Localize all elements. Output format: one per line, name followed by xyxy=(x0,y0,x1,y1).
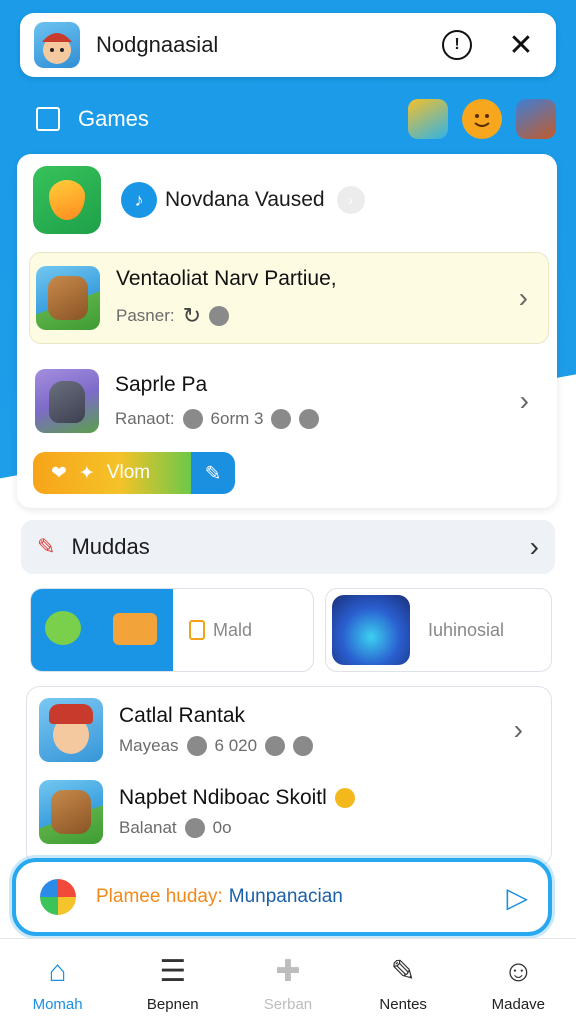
featured-title: Novdana Vaused xyxy=(165,188,325,211)
game-meta-extra: 6 020 xyxy=(214,736,258,755)
nav-label: Serban xyxy=(263,996,313,1013)
bottom-nav: ⌂ Momah ☰ Bepnen ✚ Serban ✎ Nentes ☺ Mad… xyxy=(0,938,576,1024)
badge-icon xyxy=(209,306,230,326)
games-label: Games xyxy=(78,106,149,131)
wooden-character-icon xyxy=(39,780,103,844)
section-header[interactable]: ✎ Muddas › xyxy=(21,520,555,574)
user-icon: ☺ xyxy=(503,955,534,988)
edit-icon: ✎ xyxy=(390,955,416,988)
arrow-icon[interactable]: › xyxy=(336,186,365,214)
badge-icon xyxy=(293,736,314,756)
game-meta-extra: 6orm 3 xyxy=(210,409,264,428)
badge-icon xyxy=(299,409,320,429)
ball-icon xyxy=(40,879,76,915)
games-list-card: Catlal Rantak Mayeas 6 020 › Napbet Ndib… xyxy=(26,686,552,866)
hero-character-icon xyxy=(39,698,103,762)
promo-banner[interactable]: Plamee huday: Munpanacian ▷ xyxy=(12,858,552,936)
creature-character-icon xyxy=(35,369,99,433)
game-name: Ventaoliat Narv Partiue, xyxy=(116,267,337,290)
promo-text: Munpanacian xyxy=(228,886,343,907)
character-app-icon[interactable] xyxy=(516,99,556,139)
game-meta: Ranaot: xyxy=(115,409,175,428)
chevron-right-icon[interactable]: › xyxy=(514,714,523,746)
profile-avatar[interactable] xyxy=(34,22,80,68)
promo-label: Plamee huday: xyxy=(96,886,223,907)
tile-left[interactable]: Mald xyxy=(30,588,314,672)
badge-icon xyxy=(186,736,207,756)
nav-item-notes[interactable]: ✎ Nentes xyxy=(348,954,458,1013)
music-note-icon: ♪ xyxy=(121,182,157,218)
game-meta: Pasner: xyxy=(116,306,175,325)
list-item[interactable]: Catlal Rantak Mayeas 6 020 › xyxy=(33,693,543,767)
tile-artwork xyxy=(332,595,410,665)
list-item[interactable]: Ventaoliat Narv Partiue, Pasner: ↻ › xyxy=(29,252,549,344)
nav-label: Madave xyxy=(491,996,546,1013)
home-icon: ⌂ xyxy=(48,955,67,988)
edit-icon[interactable]: ✎ xyxy=(191,452,235,494)
sparkle-icon: ✦ xyxy=(78,462,95,484)
nav-item-home[interactable]: ⌂ Momah xyxy=(3,954,113,1013)
game-name: Saprle Pa xyxy=(115,373,208,396)
gamepad-icon: ✚ xyxy=(275,955,301,988)
featured-app-icon[interactable] xyxy=(33,166,101,234)
action-pill[interactable]: ❤ ✦ Vlom ✎ xyxy=(33,452,235,494)
tile-artwork xyxy=(31,589,173,671)
list-item[interactable]: Napbet Ndiboac Skoitl Balanat 0o xyxy=(33,777,543,847)
chevron-right-icon[interactable]: › xyxy=(530,531,539,563)
badge-icon xyxy=(182,409,203,429)
badge-icon xyxy=(271,409,292,429)
nav-item-list[interactable]: ☰ Bepnen xyxy=(118,954,228,1013)
nav-item-gamepad[interactable]: ✚ Serban xyxy=(233,954,343,1013)
edit-icon: ✎ xyxy=(37,534,56,559)
info-icon[interactable]: ! xyxy=(442,30,472,60)
pill-button[interactable]: ❤ ✦ Vlom xyxy=(33,452,191,494)
badge-icon xyxy=(265,736,286,756)
game-name: Catlal Rantak xyxy=(119,704,246,727)
featured-row[interactable]: ♪ Novdana Vaused › xyxy=(33,166,365,234)
checkbox-icon[interactable] xyxy=(36,107,60,131)
wooden-character-icon xyxy=(36,266,100,330)
list-item[interactable]: Saprle Pa Ranaot: 6orm 3 › xyxy=(29,354,549,448)
game-meta-extra: 0o xyxy=(212,818,232,837)
nav-label: Nentes xyxy=(379,996,427,1013)
smiley-icon[interactable] xyxy=(462,99,502,139)
tile-right[interactable]: Iuhinosial xyxy=(325,588,552,672)
nav-label: Bepnen xyxy=(146,996,199,1013)
heart-icon: ❤ xyxy=(51,462,67,484)
game-meta: Balanat xyxy=(119,818,177,837)
games-row: Games xyxy=(36,96,556,142)
game-name: Napbet Ndiboac Skoitl xyxy=(119,786,327,809)
tile-label: Mald xyxy=(213,619,253,640)
game-meta: Mayeas xyxy=(119,736,179,755)
pill-label: Vlom xyxy=(106,462,151,483)
close-icon[interactable]: ✕ xyxy=(506,28,536,63)
loading-icon: ↻ xyxy=(182,303,202,328)
tile-label: Iuhinosial xyxy=(428,619,505,640)
nav-item-profile[interactable]: ☺ Madave xyxy=(463,954,573,1013)
top-bar: Nodgnaasial ! ✕ xyxy=(20,13,556,77)
play-icon[interactable]: ▷ xyxy=(506,881,528,914)
chevron-right-icon[interactable]: › xyxy=(519,282,528,314)
chevron-right-icon[interactable]: › xyxy=(520,385,529,417)
badge-icon xyxy=(184,818,205,838)
section-label: Muddas xyxy=(71,534,150,559)
games-card: ♪ Novdana Vaused › Ventaoliat Narv Parti… xyxy=(17,154,557,508)
page-title: Nodgnaasial xyxy=(96,32,219,57)
star-badge-icon xyxy=(334,788,355,808)
card-icon xyxy=(189,620,205,640)
games-app-icon[interactable] xyxy=(408,99,448,139)
nav-label: Momah xyxy=(32,996,83,1013)
list-icon: ☰ xyxy=(159,955,187,988)
